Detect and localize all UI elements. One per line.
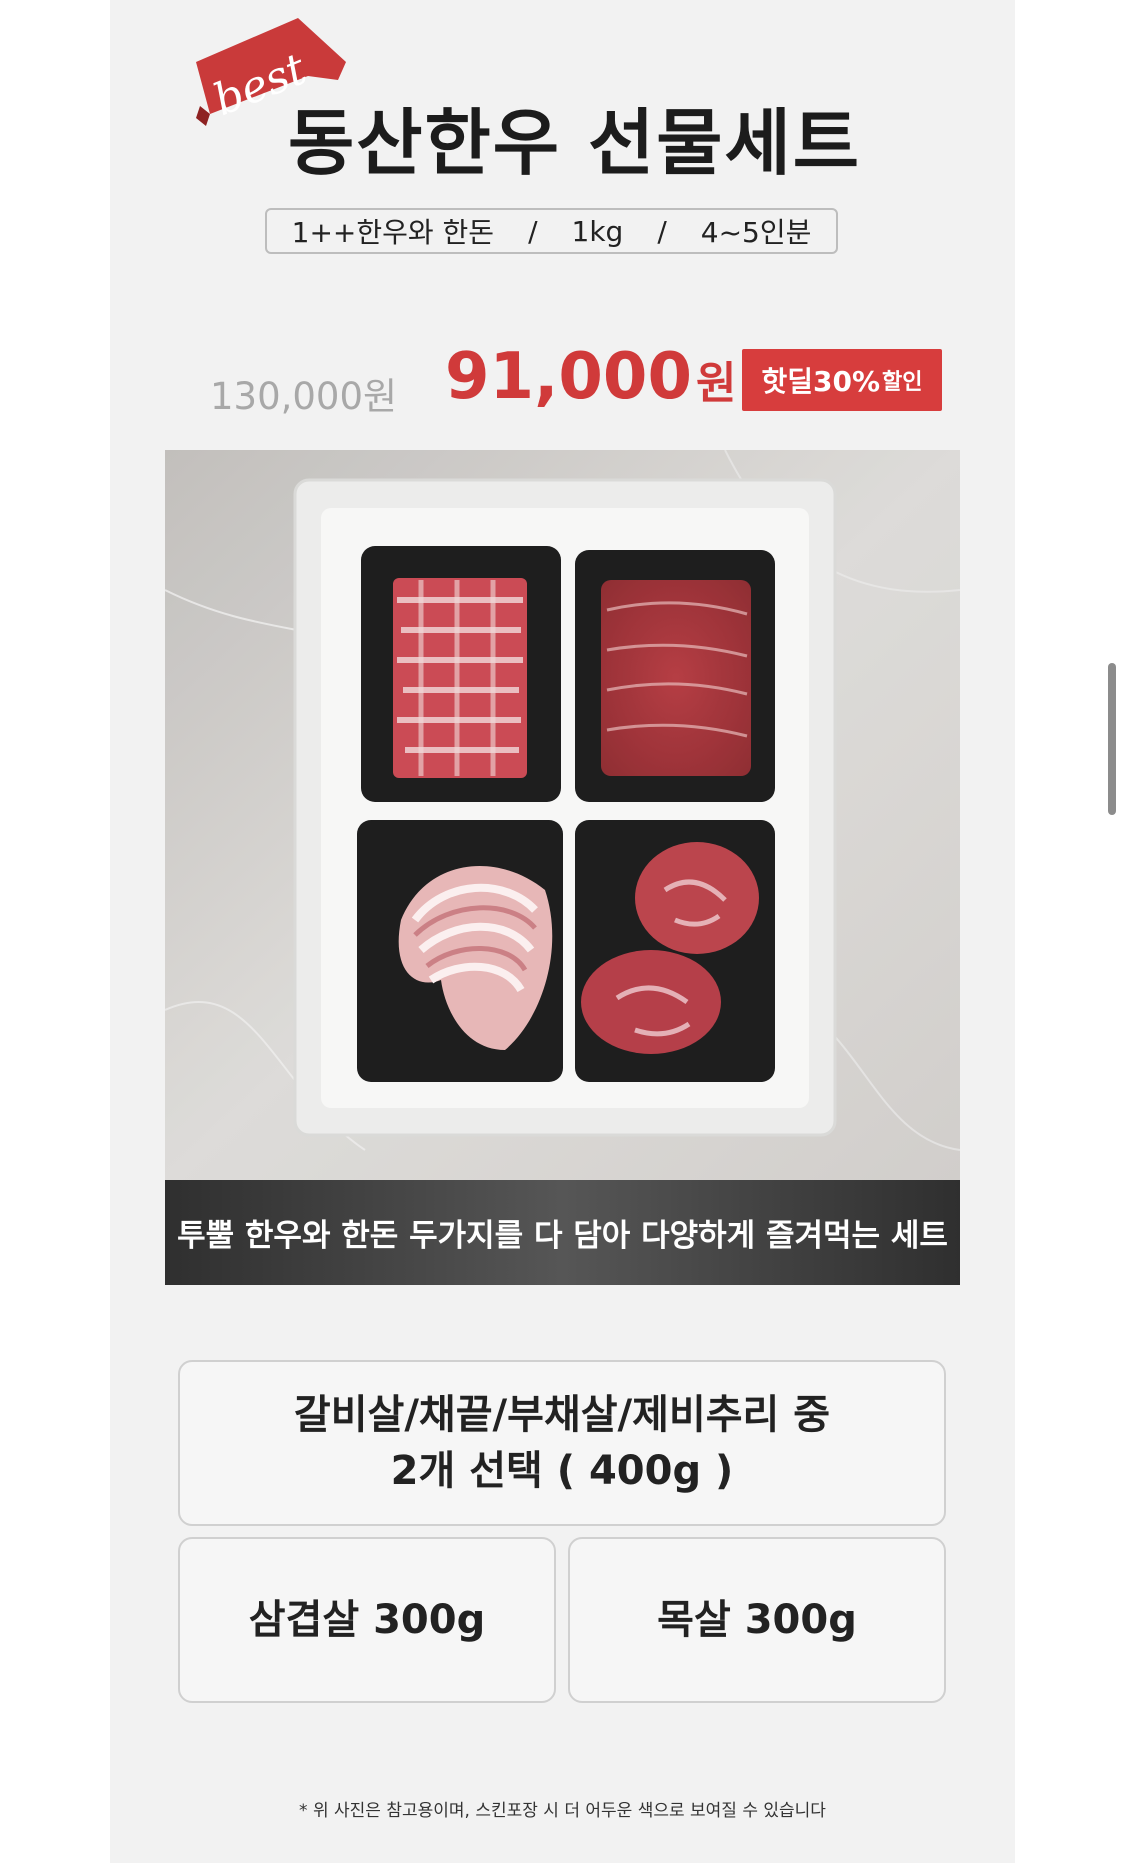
sale-price-amount: 91,000 bbox=[445, 340, 692, 414]
original-price: 130,000원 bbox=[210, 375, 398, 418]
product-detail-page: best 동산한우 선물세트 1++한우와 한돈 / 1kg / 4~5인분 1… bbox=[110, 0, 1015, 1863]
spec-grade: 1++한우와 한돈 bbox=[291, 216, 495, 249]
spec-servings: 4~5인분 bbox=[700, 216, 812, 249]
product-title: 동산한우 선물세트 bbox=[288, 101, 861, 185]
option-pork-neck[interactable]: 목살 300g bbox=[568, 1537, 946, 1703]
page-scrollbar[interactable] bbox=[1108, 663, 1116, 815]
product-spec-box: 1++한우와 한돈 / 1kg / 4~5인분 bbox=[265, 208, 838, 254]
hot-deal-badge-main: 핫딜30% bbox=[761, 365, 881, 398]
option-beef-choice-line1: 갈비살/채끝/부채살/제비추리 중 bbox=[293, 1392, 831, 1438]
option-pork-belly[interactable]: 삼겹살 300g bbox=[178, 1537, 556, 1703]
option-beef-choice[interactable]: 갈비살/채끝/부채살/제비추리 중 2개 선택 ( 400g ) bbox=[178, 1360, 946, 1526]
photo-caption-bar: 투뿔 한우와 한돈 두가지를 다 담아 다양하게 즐겨먹는 세트 bbox=[165, 1180, 960, 1285]
hot-deal-badge-suffix: 할인 bbox=[882, 370, 923, 395]
sale-price-unit: 원 bbox=[695, 358, 737, 409]
spec-weight: 1kg bbox=[571, 214, 624, 248]
photo-disclaimer-note: * 위 사진은 참고용이며, 스킨포장 시 더 어두운 색으로 보여질 수 있습… bbox=[299, 1801, 826, 1821]
hot-deal-badge: 핫딜30% 할인 bbox=[742, 349, 942, 411]
spec-separator: / bbox=[528, 214, 538, 248]
option-beef-choice-line2: 2개 선택 ( 400g ) bbox=[390, 1448, 734, 1494]
sale-price: 91,000원 bbox=[445, 340, 736, 414]
spec-separator: / bbox=[657, 214, 667, 248]
product-photo bbox=[165, 450, 960, 1180]
